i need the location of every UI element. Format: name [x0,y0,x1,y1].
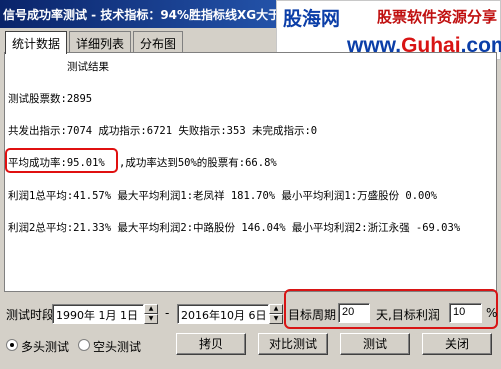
watermark-logo: 股海网 股票软件资源分享 www.Guhai.com [276,0,501,60]
target-profit-input[interactable]: 10 [449,303,482,323]
watermark-logo-text: 股海网 [283,8,341,30]
start-date-spinner[interactable]: ▲ ▼ [144,304,158,324]
profit2-text: 利润2总平均:21.33% 最大平均利润2:中路股份 146.04% 最小平均利… [8,222,461,234]
spin-down-icon[interactable]: ▼ [269,314,283,324]
date-separator: - [165,306,170,320]
footer-controls: 测试时段 1990年 1月 1日 ▲ ▼ - 2016年10月 6日 ▲ ▼ 目… [0,289,501,369]
copy-button[interactable]: 拷贝 [176,333,246,355]
window-title: 信号成功率测试 - 技术指标：94%胜指标线XG大于0[… [3,8,306,22]
target-profit-label: 天,目标利润 [376,308,440,322]
start-date-picker[interactable]: 1990年 1月 1日 [52,304,144,324]
highlight-success-box [5,148,118,173]
radio-long-test[interactable] [6,339,18,351]
test-button[interactable]: 测试 [340,333,410,355]
end-date-spinner[interactable]: ▲ ▼ [269,304,283,324]
success-over-50-text: ,成功率达到50%的股票有:66.8% [119,157,277,169]
signals-text: 共发出指示:7074 成功指示:6721 失败指示:353 未完成指示:0 [8,125,318,137]
tab-distribution[interactable]: 分布图 [133,31,184,52]
result-panel: 测试结果 测试股票数:2895 共发出指示:7074 成功指示:6721 失败指… [4,52,497,292]
watermark-tagline: 股票软件资源分享 [377,8,498,26]
period-label: 测试时段 [6,308,55,322]
target-period-input[interactable]: 20 [338,303,370,323]
radio-short-label[interactable]: 空头测试 [93,338,141,355]
tab-statistics[interactable]: 统计数据 [5,31,68,54]
spin-up-icon[interactable]: ▲ [144,304,158,314]
end-date-picker[interactable]: 2016年10月 6日 [177,304,269,324]
tab-detail-list[interactable]: 详细列表 [69,31,132,52]
target-period-label: 目标周期 [288,308,337,322]
percent-label: % [486,306,498,320]
radio-short-test[interactable] [78,339,90,351]
compare-test-button[interactable]: 对比测试 [258,333,328,355]
total-stocks-text: 测试股票数:2895 [8,93,93,105]
spin-down-icon[interactable]: ▼ [144,314,158,324]
result-heading: 测试结果 [67,61,109,73]
spin-up-icon[interactable]: ▲ [269,304,283,314]
radio-long-label[interactable]: 多头测试 [21,338,69,355]
profit1-text: 利润1总平均:41.57% 最大平均利润1:老凤祥 181.70% 最小平均利润… [8,190,438,202]
close-button[interactable]: 关闭 [422,333,492,355]
